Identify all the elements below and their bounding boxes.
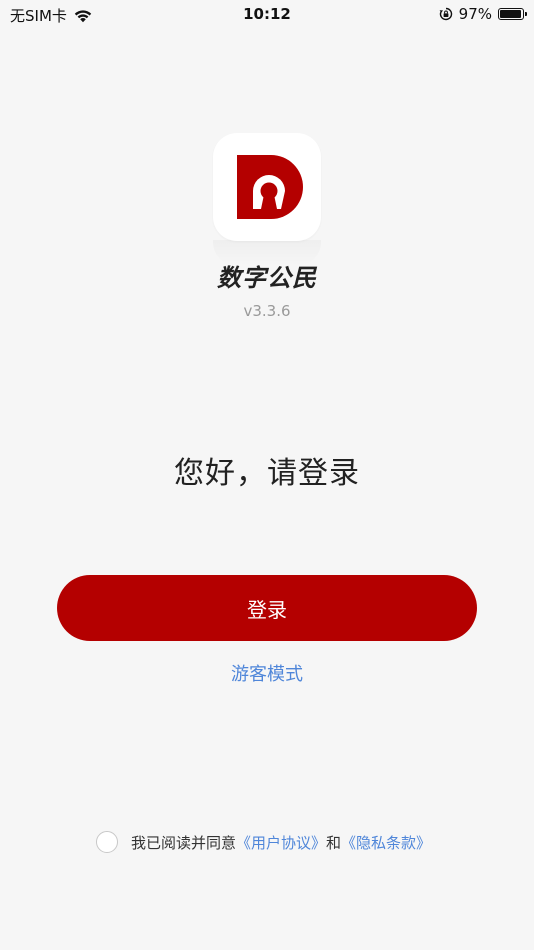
user-agreement-link[interactable]: 《用户协议》 bbox=[236, 832, 326, 853]
agreement-checkbox[interactable] bbox=[96, 831, 118, 853]
privacy-policy-link[interactable]: 《隐私条款》 bbox=[341, 832, 431, 853]
greeting-title: 您好，请登录 bbox=[174, 456, 360, 491]
battery-percent: 97% bbox=[458, 5, 492, 23]
battery-fill bbox=[500, 10, 522, 18]
app-version: v3.3.6 bbox=[243, 302, 291, 320]
status-bar: 无SIM卡 10:12 97% bbox=[0, 0, 534, 30]
app-logo-d-icon bbox=[237, 155, 303, 219]
app-icon bbox=[213, 133, 321, 241]
agreement-conjunction: 和 bbox=[326, 833, 342, 852]
rotation-lock-icon bbox=[439, 7, 452, 21]
battery-icon bbox=[498, 8, 527, 20]
agreement-row: 我已阅读并同意 《用户协议》 和 《隐私条款》 bbox=[96, 830, 431, 854]
agreement-prefix: 我已阅读并同意 bbox=[131, 833, 237, 852]
guest-mode-row: 游客模式 bbox=[0, 660, 534, 686]
login-button[interactable]: 登录 bbox=[57, 575, 477, 641]
status-bar-right: 97% bbox=[439, 5, 527, 23]
guest-mode-link[interactable]: 游客模式 bbox=[231, 664, 303, 685]
app-name: 数字公民 bbox=[217, 264, 317, 292]
